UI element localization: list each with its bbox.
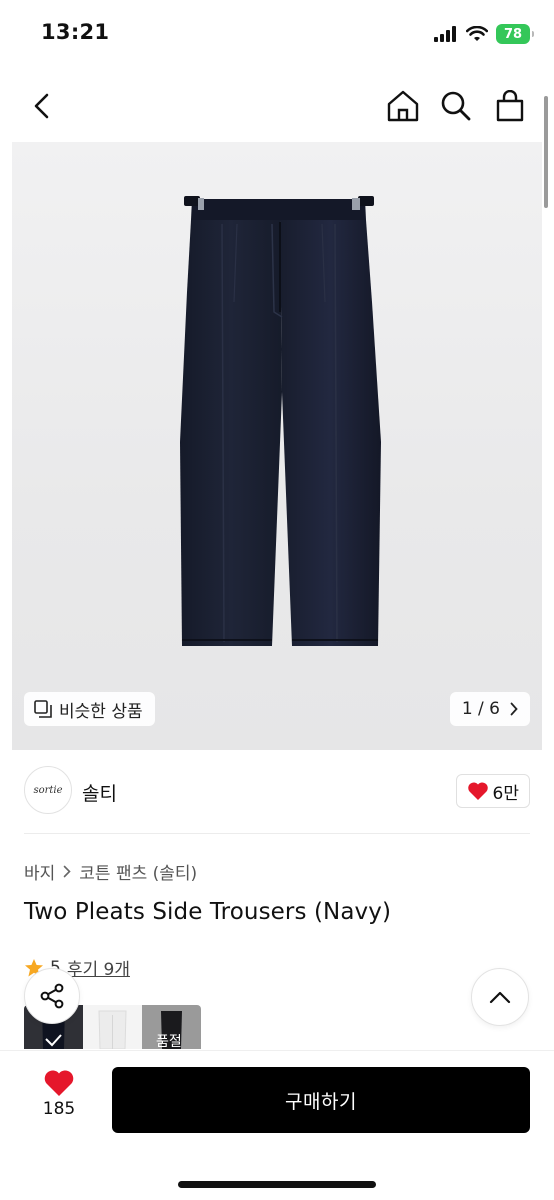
home-icon — [387, 90, 419, 122]
swatch-black-sold-out[interactable]: 품절 — [142, 1005, 201, 1049]
signal-icon — [434, 26, 456, 42]
status-time: 13:21 — [41, 20, 110, 44]
image-page-count: 1 / 6 — [461, 699, 500, 719]
swatch-ivory[interactable] — [83, 1005, 142, 1049]
brand-name[interactable]: 솔티 — [82, 779, 117, 806]
divider — [24, 833, 530, 834]
heart-icon — [44, 1070, 74, 1096]
trousers-image — [180, 196, 381, 646]
scrollbar-thumb[interactable] — [544, 96, 548, 208]
breadcrumb-subcategory[interactable]: 코튼 팬츠 (솔티) — [79, 859, 197, 884]
wishlist-button[interactable]: 185 — [34, 1069, 84, 1119]
review-count-link[interactable]: 후기 9개 — [67, 955, 130, 980]
brand-like-count: 6만 — [492, 783, 519, 804]
share-icon — [40, 983, 64, 1009]
shopping-bag-icon — [496, 90, 524, 122]
buy-button[interactable]: 구매하기 — [112, 1067, 530, 1133]
chevron-up-icon — [489, 991, 511, 1004]
search-button[interactable] — [436, 86, 476, 126]
cart-button[interactable] — [490, 86, 530, 126]
battery-level: 78 — [503, 26, 523, 42]
home-button[interactable] — [383, 86, 423, 126]
home-indicator — [178, 1181, 376, 1188]
brand-row: sortie 솔티 6만 — [24, 766, 530, 816]
bottom-purchase-bar: 185 구매하기 — [0, 1050, 554, 1200]
breadcrumb: 바지 코튼 팬츠 (솔티) — [24, 859, 197, 884]
copy-icon — [34, 700, 52, 718]
sold-out-label: 품절 — [156, 1034, 182, 1049]
product-image-carousel[interactable]: 비슷한 상품 1 / 6 — [12, 142, 542, 750]
search-icon — [441, 91, 471, 121]
similar-products-button[interactable]: 비슷한 상품 — [24, 692, 155, 726]
battery-icon: 78 — [496, 24, 534, 44]
scroll-to-top-button[interactable] — [471, 968, 529, 1026]
wishlist-count: 185 — [42, 1099, 76, 1119]
chevron-right-icon — [63, 865, 71, 878]
top-nav-bar — [0, 78, 554, 132]
share-button[interactable] — [24, 968, 80, 1024]
status-icons: 78 — [434, 24, 534, 44]
similar-products-label: 비슷한 상품 — [59, 701, 143, 722]
product-title: Two Pleats Side Trousers (Navy) — [24, 899, 392, 925]
wifi-icon — [466, 26, 488, 41]
brand-logo-text: sortie — [33, 784, 63, 796]
back-button[interactable] — [22, 86, 62, 126]
image-page-indicator[interactable]: 1 / 6 — [449, 692, 530, 726]
ivory-trousers-thumbnail — [98, 1010, 127, 1049]
brand-logo[interactable]: sortie — [24, 766, 72, 814]
brand-like-button[interactable]: 6만 — [455, 774, 530, 808]
status-bar: 13:21 78 — [0, 0, 554, 70]
breadcrumb-category[interactable]: 바지 — [24, 859, 55, 884]
chevron-left-icon — [34, 93, 49, 119]
heart-icon — [467, 782, 488, 800]
chevron-right-icon — [510, 702, 518, 716]
